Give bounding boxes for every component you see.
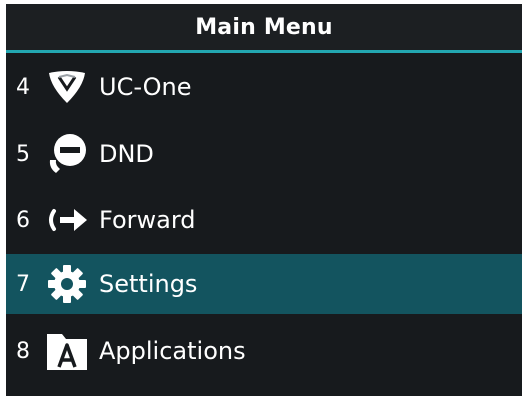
menu-item-settings[interactable]: 7 Settings	[6, 254, 522, 314]
phone-screen: Main Menu 4 UC-One 5 DND 6 Forward 7 Set…	[6, 4, 522, 396]
dnd-icon	[43, 132, 91, 176]
menu-item-label: Applications	[99, 337, 246, 365]
forward-icon	[43, 198, 91, 242]
menu-item-number: 8	[16, 338, 30, 364]
menu-item-forward[interactable]: 6 Forward	[6, 190, 522, 250]
title-bar: Main Menu	[6, 4, 522, 50]
settings-icon	[43, 262, 91, 306]
page-title: Main Menu	[195, 14, 333, 40]
uc-one-icon	[43, 65, 91, 109]
applications-icon	[43, 329, 91, 373]
menu-item-applications[interactable]: 8 Applications	[6, 321, 522, 381]
menu-item-number: 4	[16, 74, 30, 100]
menu-item-number: 5	[16, 141, 30, 167]
menu-item-label: Forward	[99, 206, 196, 234]
menu-item-label: DND	[99, 140, 154, 168]
menu-item-number: 6	[16, 207, 30, 233]
menu-item-number: 7	[16, 271, 30, 297]
menu-item-uc-one[interactable]: 4 UC-One	[6, 57, 522, 117]
menu-item-label: UC-One	[99, 73, 192, 101]
main-menu-list: 4 UC-One 5 DND 6 Forward 7 Settings 8 Ap…	[6, 53, 522, 396]
menu-item-label: Settings	[99, 270, 198, 298]
menu-item-dnd[interactable]: 5 DND	[6, 124, 522, 184]
